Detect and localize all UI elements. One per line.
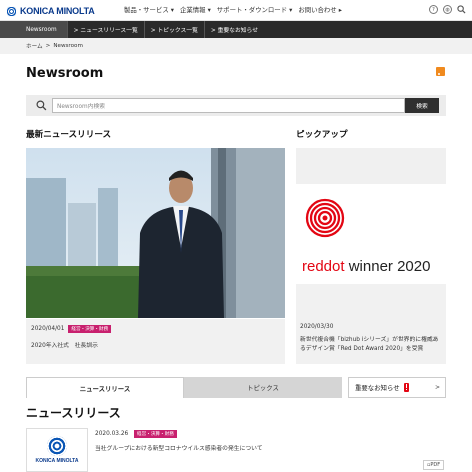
news-thumbnail[interactable]: KONICA MINOLTA	[26, 428, 88, 472]
nav-contact[interactable]: お問い合わせ ▸	[298, 5, 342, 14]
news-item-badge: 経営・決算・財務	[134, 430, 177, 438]
breadcrumb: ホーム > Newsroom	[0, 38, 472, 54]
latest-date: 2020/04/01	[31, 326, 65, 332]
search-button[interactable]: 検索	[405, 98, 439, 113]
company-logo[interactable]: KONICA MINOLTA	[6, 5, 95, 17]
pickup-meta[interactable]: 2020/03/30 新世代複合機「bizhub iシリーズ」が世界的に権威ある…	[296, 284, 446, 364]
rss-icon[interactable]	[436, 67, 445, 76]
latest-category-badge: 経営・決算・財務	[68, 325, 112, 333]
subnav-important[interactable]: > 重要なお知らせ	[203, 21, 264, 38]
tab-important[interactable]: 重要なお知らせ >	[348, 377, 446, 398]
page-title: Newsroom	[26, 66, 104, 81]
nav-products[interactable]: 製品・サービス ▾	[124, 5, 174, 14]
tab-newsreleases[interactable]: ニュースリリース	[26, 377, 184, 398]
breadcrumb-current: Newsroom	[53, 43, 83, 49]
nav-support[interactable]: サポート・ダウンロード ▾	[217, 5, 293, 14]
header-icons: ? ◍	[429, 5, 466, 14]
subnav-newsreleases[interactable]: > ニュースリリース一覧	[66, 21, 144, 38]
news-item-date: 2020.03.26	[95, 431, 129, 437]
newsreleases-heading: ニュースリリース	[26, 406, 121, 420]
konica-logo-icon	[47, 436, 67, 456]
logo-mark-icon	[6, 5, 17, 17]
latest-meta[interactable]: 2020/04/01 経営・決算・財務 2020年入社式 社長訓示	[26, 319, 285, 364]
latest-heading: 最新ニュースリリース	[26, 130, 112, 140]
logo-text: KONICA MINOLTA	[20, 6, 95, 16]
thumb-logo-text: KONICA MINOLTA	[35, 458, 79, 464]
breadcrumb-home[interactable]: ホーム	[26, 42, 43, 50]
top-header: KONICA MINOLTA 製品・サービス ▾ 企業情報 ▾ サポート・ダウン…	[0, 0, 472, 21]
pickup-date: 2020/03/30	[300, 324, 334, 330]
global-nav: 製品・サービス ▾ 企業情報 ▾ サポート・ダウンロード ▾ お問い合わせ ▸	[124, 5, 348, 14]
search-input[interactable]: Newsroom内検索	[52, 98, 405, 113]
president-photo-icon	[26, 148, 285, 318]
latest-title[interactable]: 2020年入社式 社長訓示	[31, 340, 98, 349]
tab-topics[interactable]: トピックス	[184, 377, 342, 398]
pdf-label: PDF	[430, 462, 441, 468]
pickup-top-band	[296, 148, 446, 184]
alert-icon	[403, 383, 409, 392]
award-text: reddot winner 2020	[302, 258, 430, 275]
newsroom-subnav: Newsroom > ニュースリリース一覧 > トピックス一覧 > 重要なお知ら…	[0, 21, 472, 38]
pdf-link[interactable]: ▫PDF	[423, 460, 445, 470]
subnav-topics[interactable]: > トピックス一覧	[143, 21, 204, 38]
award-text-dark: winner 2020	[344, 258, 431, 275]
subnav-current[interactable]: Newsroom	[0, 21, 67, 38]
search-icon[interactable]	[457, 5, 466, 14]
globe-icon[interactable]: ◍	[443, 5, 452, 14]
award-text-red: reddot	[302, 258, 345, 275]
news-tabs: ニュースリリース トピックス 重要なお知らせ >	[26, 377, 446, 398]
hero-photo[interactable]	[26, 148, 285, 318]
pickup-title[interactable]: 新世代複合機「bizhub iシリーズ」が世界的に権威あるデザイン賞「Red D…	[300, 336, 442, 354]
help-icon[interactable]: ?	[429, 5, 438, 14]
pickup-heading: ピックアップ	[296, 130, 348, 140]
news-item-meta: 2020.03.26 経営・決算・財務	[95, 430, 177, 438]
chevron-right-icon: >	[434, 384, 440, 391]
pickup-award-image[interactable]: reddot winner 2020	[296, 185, 446, 283]
search-bar: Newsroom内検索 検索	[26, 95, 446, 116]
tab-important-label: 重要なお知らせ	[355, 384, 400, 392]
breadcrumb-separator: >	[45, 43, 51, 49]
news-item-title[interactable]: 当社グループにおける新型コロナウイルス感染者の発生について	[95, 443, 263, 452]
nav-company[interactable]: 企業情報 ▾	[180, 5, 211, 14]
